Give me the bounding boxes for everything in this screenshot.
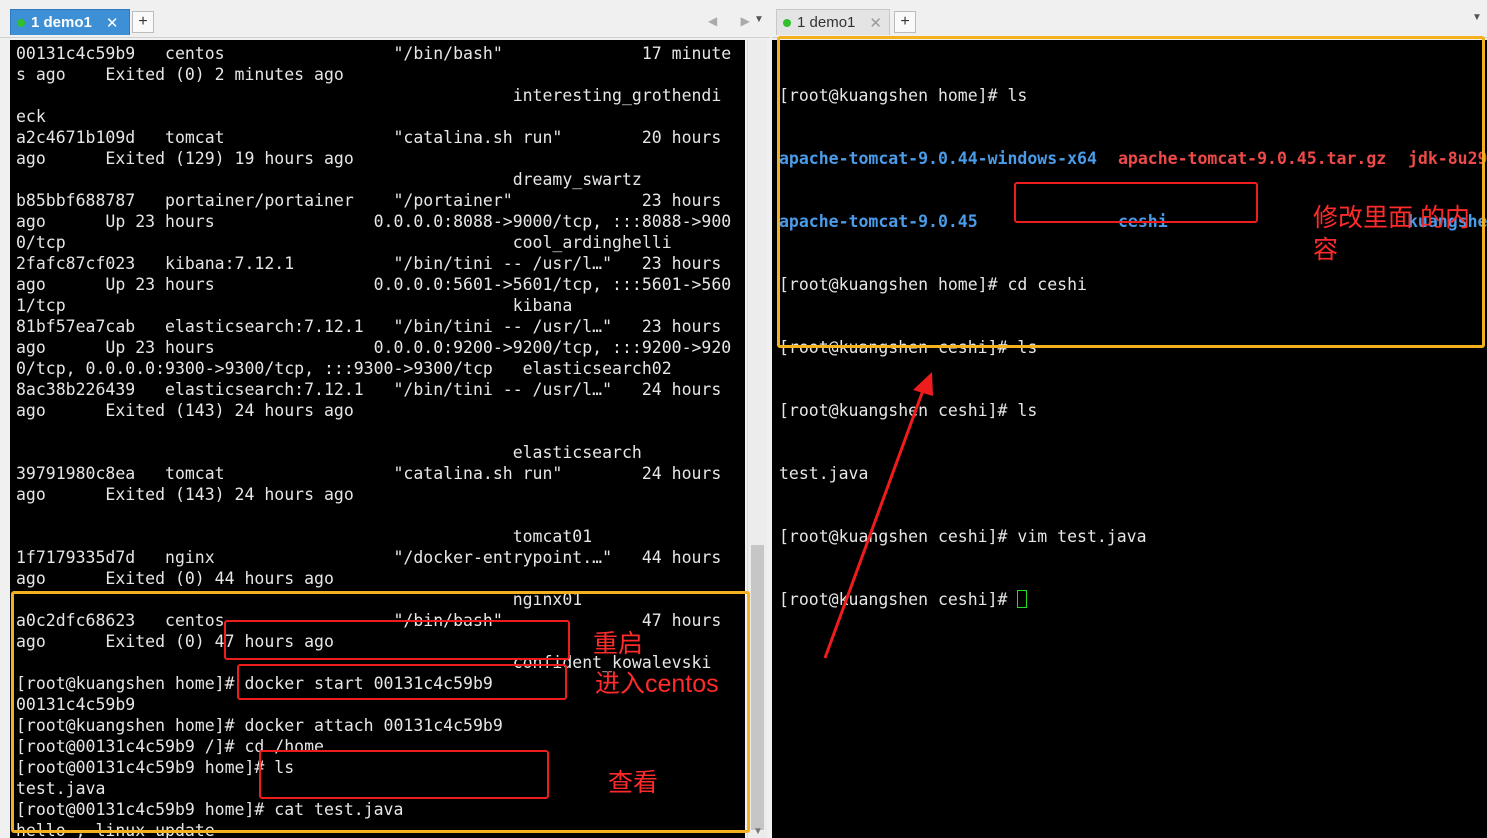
terminal-line: ago Exited (129) 19 hours ago [16, 149, 354, 168]
new-tab-icon[interactable]: + [132, 11, 154, 33]
terminal-line: elasticsearch [16, 443, 642, 462]
terminal-cursor [1017, 590, 1028, 608]
terminal-line: [root@kuangshen home]# docker attach 001… [16, 716, 503, 735]
terminal-line: [root@kuangshen ceshi]# ls [779, 401, 1038, 420]
terminal-line: 81bf57ea7cab elasticsearch:7.12.1 "/bin/… [16, 317, 722, 336]
terminal-line: [root@kuangshen home]# cd ceshi [779, 275, 1087, 294]
terminal-line: 00131c4c59b9 centos "/bin/bash" 17 minut… [16, 44, 732, 63]
ls-dir-entry: apache-tomcat-9.0.45 [779, 212, 978, 231]
dropdown-icon[interactable]: ▼ [754, 14, 764, 25]
terminal-prompt: [root@kuangshen ceshi]# [779, 590, 1018, 609]
terminal-line: ago Up 23 hours 0.0.0.0:8088->9000/tcp, … [16, 212, 732, 231]
terminal-line: 0/tcp cool_ardinghelli [16, 233, 672, 252]
terminal-line: a2c4671b109d tomcat "catalina.sh run" 20… [16, 128, 722, 147]
terminal-line: 8ac38b226439 elasticsearch:7.12.1 "/bin/… [16, 380, 722, 399]
ls-output-row: apache-tomcat-9.0.45 ceshi kuangshe [779, 211, 1487, 232]
scrollbar-thumb[interactable] [751, 545, 764, 830]
terminal-line: test.java [779, 464, 869, 483]
ls-archive-entry: jdk-8u29 [1408, 149, 1487, 168]
terminal-line: [root@kuangshen ceshi]# vim test.java [779, 527, 1147, 546]
dropdown-icon[interactable]: ▼ [1472, 12, 1482, 23]
terminal-line: eck [16, 107, 46, 126]
terminal-line: 2fafc87cf023 kibana:7.12.1 "/bin/tini --… [16, 254, 722, 273]
annotation-view: 查看 [608, 769, 659, 797]
terminal-line: 39791980c8ea tomcat "catalina.sh run" 24… [16, 464, 722, 483]
annotation-modify-line1: 修改里面 的内 [1313, 204, 1470, 232]
terminal-line: 1f7179335d7d nginx "/docker-entrypoint.…… [16, 548, 722, 567]
annotation-modify-line2: 容 [1313, 236, 1339, 264]
tab-scroll-arrows-icon[interactable]: ◀ ▶ [708, 14, 760, 28]
terminal-line: interesting_grothendi [16, 86, 722, 105]
tab-demo1-left[interactable]: 1 demo1 ✕ [10, 9, 130, 35]
terminal-line: dreamy_swartz [16, 170, 642, 189]
terminal-prompt-line: [root@kuangshen ceshi]# [779, 589, 1147, 610]
tab-label: 1 demo1 [797, 14, 856, 31]
terminal-line: [root@00131c4c59b9 /]# cd /home [16, 737, 324, 756]
terminal-line: [root@kuangshen ceshi]# ls [779, 338, 1038, 357]
right-terminal-output: [root@kuangshen home]# ls apache-tomcat-… [779, 43, 1487, 652]
terminal-line: b85bbf688787 portainer/portainer "/porta… [16, 191, 722, 210]
terminal-line: ago Up 23 hours 0.0.0.0:5601->5601/tcp, … [16, 275, 732, 294]
connection-status-dot-icon [17, 18, 25, 27]
left-terminal-output: 00131c4c59b9 centos "/bin/bash" 17 minut… [16, 43, 731, 838]
terminal-line: ago Exited (143) 24 hours ago [16, 401, 354, 420]
left-tabbar: 1 demo1 ✕ + ◀ ▶ ▼ [0, 0, 770, 38]
annotation-modify: 修改里面 的内 容 [1313, 202, 1470, 266]
terminal-line: tomcat01 [16, 527, 593, 546]
annotation-restart: 重启 [593, 630, 644, 658]
annotation-enter-centos: 进入centos [595, 670, 719, 698]
left-terminal[interactable]: 00131c4c59b9 centos "/bin/bash" 17 minut… [10, 40, 745, 838]
terminal-line: 1/tcp kibana [16, 296, 573, 315]
right-terminal[interactable]: [root@kuangshen home]# ls apache-tomcat-… [772, 40, 1487, 838]
terminal-line: 0/tcp, 0.0.0.0:9300->9300/tcp, :::9300->… [16, 359, 672, 378]
terminal-line: ago Exited (0) 44 hours ago [16, 569, 334, 588]
new-tab-icon[interactable]: + [894, 11, 916, 33]
tab-label: 1 demo1 [31, 14, 92, 31]
terminal-line: [root@kuangshen home]# ls [779, 86, 1028, 105]
ls-output-row: apache-tomcat-9.0.44-windows-x64 apache-t… [779, 148, 1487, 169]
terminal-line: hello , linux update [16, 821, 215, 838]
connection-status-dot-icon [783, 18, 791, 27]
ls-dir-entry: apache-tomcat-9.0.44-windows-x64 [779, 149, 1097, 168]
ls-archive-entry: apache-tomcat-9.0.45.tar.gz [1118, 149, 1387, 168]
close-icon[interactable]: ✕ [869, 14, 882, 32]
scroll-down-icon[interactable]: ▼ [753, 826, 763, 837]
tab-demo1-right[interactable]: 1 demo1 ✕ [776, 9, 890, 35]
terminal-line: ago Up 23 hours 0.0.0.0:9200->9200/tcp, … [16, 338, 732, 357]
terminal-line: nginx01 [16, 590, 583, 609]
terminal-line: [root@00131c4c59b9 home]# cat test.java [16, 800, 404, 819]
left-scrollbar[interactable]: ▼ [747, 40, 767, 838]
terminal-line: s ago Exited (0) 2 minutes ago [16, 65, 344, 84]
right-tabbar: 1 demo1 ✕ + ▼ [772, 0, 1487, 38]
terminal-line: ago Exited (143) 24 hours ago [16, 485, 354, 504]
close-icon[interactable]: ✕ [106, 14, 119, 32]
ls-dir-entry: ceshi [1118, 212, 1168, 231]
